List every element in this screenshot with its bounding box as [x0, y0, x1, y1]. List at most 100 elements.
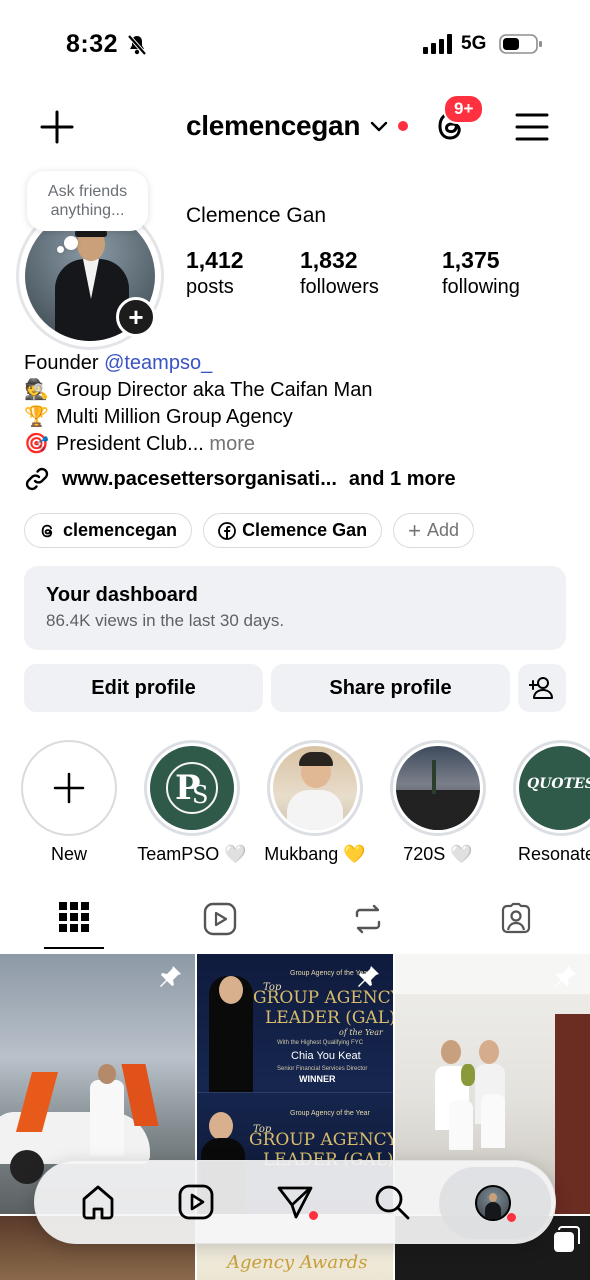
720s-cover [396, 746, 480, 830]
highlight-720s[interactable]: 720S 🤍 [390, 740, 486, 865]
chevron-down-icon [370, 121, 388, 132]
highlight-ring [390, 740, 486, 836]
followers-stat[interactable]: 1,832 followers [300, 246, 379, 300]
award-name: Chia You Keat [291, 1050, 361, 1062]
divider [197, 1092, 393, 1093]
highlight-label: New [50, 844, 87, 864]
tab-tagged[interactable] [499, 902, 533, 941]
pin-icon [160, 966, 181, 987]
share-profile-button[interactable]: Share profile [271, 664, 510, 712]
discover-people-button[interactable] [518, 664, 566, 712]
bio-text: Multi Million Group Agency [56, 406, 293, 428]
bio-line: 🏆 Multi Million Group Agency [24, 404, 372, 431]
pineapple [461, 1064, 475, 1086]
palm-tree [432, 760, 436, 794]
highlight-teampso[interactable]: P S TeamPSO 🤍 [137, 740, 247, 865]
more-links[interactable]: and 1 more [349, 468, 456, 491]
facebook-chip-label: Clemence Gan [242, 520, 368, 540]
threads-chip[interactable]: clemencegan [24, 513, 193, 548]
bio: Founder @teampso_ 🕵️ Group Director aka T… [24, 350, 372, 458]
website-link[interactable]: www.pacesettersorganisati... [62, 468, 337, 491]
child-figure [449, 1100, 473, 1150]
posts-stat[interactable]: 1,412 posts [186, 246, 244, 300]
repost-icon [355, 904, 381, 934]
highlight-ring [21, 740, 117, 836]
notification-badge: 9+ [443, 94, 485, 124]
highlight-label: 720S 🤍 [403, 844, 473, 864]
search-icon [375, 1185, 410, 1220]
person-figure [90, 1080, 124, 1156]
edit-profile-button[interactable]: Edit profile [24, 664, 263, 712]
nav-messages[interactable] [275, 1183, 318, 1226]
edit-profile-label: Edit profile [91, 676, 196, 699]
share-profile-label: Share profile [329, 676, 452, 699]
award-title: GROUP AGENCY [253, 988, 393, 1008]
profile-chips: clemencegan Clemence Gan + Add [24, 513, 485, 548]
highlight-label: TeamPSO 🤍 [137, 844, 247, 864]
mention-link[interactable]: @teampso_ [104, 352, 212, 374]
menu-button[interactable] [515, 110, 549, 144]
tagged-icon [501, 902, 531, 934]
highlight-ring: P S [144, 740, 240, 836]
create-button[interactable] [38, 108, 76, 146]
plus-icon: + [408, 517, 421, 543]
username: clemencegan [186, 110, 361, 141]
trophy-emoji-icon: 🏆 [24, 406, 49, 428]
multiple-posts-icon [554, 1226, 580, 1252]
add-link-chip[interactable]: + Add [393, 513, 475, 548]
nav-reels[interactable] [177, 1183, 215, 1226]
highlight-new[interactable]: New [21, 740, 117, 865]
add-chip-label: Add [426, 520, 460, 540]
threads-icon [41, 524, 53, 537]
person-head [209, 1112, 233, 1140]
tab-reels[interactable] [203, 902, 237, 941]
professional-dashboard[interactable]: Your dashboard 86.4K views in the last 3… [24, 566, 566, 650]
award-title: GROUP AGENCY [249, 1130, 393, 1150]
facebook-icon [218, 521, 236, 540]
plus-icon [40, 110, 74, 144]
highlight-mukbang[interactable]: Mukbang 💛 [264, 740, 366, 865]
profile-links[interactable]: www.pacesettersorganisati... and 1 more [24, 466, 456, 492]
pin-icon [555, 966, 576, 987]
car-wheel [10, 1150, 44, 1184]
note-bubble[interactable]: Ask friends anything... [27, 171, 148, 231]
unread-dot [309, 1211, 318, 1220]
following-stat[interactable]: 1,375 following [442, 246, 520, 300]
note-bubble-tail [57, 246, 64, 253]
award-title: LEADER (GAL) [265, 1008, 393, 1028]
highlight-resonates[interactable]: QUOTES Resonates [513, 740, 590, 865]
nav-search[interactable] [373, 1183, 411, 1226]
threads-chip-label: clemencegan [63, 520, 178, 540]
award-winner: WINNER [299, 1074, 336, 1084]
bio-line-founder: Founder @teampso_ [24, 350, 372, 377]
bio-more-button[interactable]: more [209, 433, 255, 455]
unread-dot [398, 121, 409, 131]
status-bar: 8:32 5G [0, 0, 590, 88]
bio-text: Group Director aka The Caifan Man [56, 379, 373, 401]
quotes-text: QUOTES [527, 776, 590, 792]
tab-reposts[interactable] [351, 902, 385, 941]
add-story-button[interactable]: + [116, 297, 156, 337]
nav-profile[interactable] [475, 1185, 516, 1222]
award-sub: With the Highest Qualifying FYC [277, 1040, 364, 1046]
bio-text: President Club... [56, 433, 204, 455]
account-switcher[interactable]: clemencegan [186, 110, 409, 142]
car-silhouette [396, 790, 480, 830]
grid-icon [59, 902, 89, 932]
profile-tabs [0, 896, 590, 952]
nav-home[interactable] [79, 1183, 117, 1226]
profile-avatar-icon [475, 1185, 511, 1221]
dashboard-subtitle: 86.4K views in the last 30 days. [46, 611, 285, 630]
plus-icon: + [128, 301, 144, 332]
followers-count: 1,832 [300, 247, 358, 273]
facebook-chip[interactable]: Clemence Gan [203, 513, 383, 548]
reels-icon [203, 902, 237, 936]
tab-grid[interactable] [59, 902, 89, 937]
award-kicker: Group Agency of the Year [290, 1110, 370, 1117]
silent-bell-icon [126, 34, 148, 61]
posts-count: 1,412 [186, 247, 244, 273]
wooden-door [555, 1014, 590, 1214]
link-icon [25, 467, 49, 491]
avatar-head [489, 1193, 497, 1202]
battery-icon [499, 34, 543, 59]
